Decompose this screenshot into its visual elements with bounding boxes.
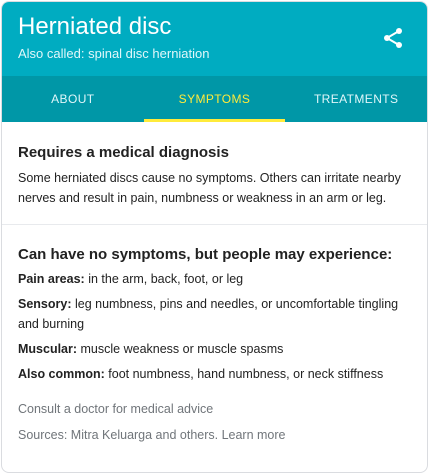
page-title: Herniated disc bbox=[18, 13, 172, 40]
symptoms-section: Can have no symptoms, but people may exp… bbox=[2, 225, 427, 384]
symptom-label: Sensory: bbox=[18, 297, 72, 311]
symptoms-heading: Can have no symptoms, but people may exp… bbox=[18, 246, 393, 263]
card-footer: Consult a doctor for medical advice Sour… bbox=[2, 389, 427, 445]
symptom-text: foot numbness, hand numbness, or neck st… bbox=[104, 367, 384, 381]
symptom-item-also-common: Also common: foot numbness, hand numbnes… bbox=[18, 364, 411, 384]
sources-text: Sources: Mitra Keluarga and others. bbox=[18, 428, 222, 442]
symptom-label: Also common: bbox=[18, 367, 105, 381]
diagnosis-text: Some herniated discs cause no symptoms. … bbox=[18, 171, 401, 205]
symptom-label: Muscular: bbox=[18, 342, 78, 356]
symptom-item-sensory: Sensory: leg numbness, pins and needles,… bbox=[18, 294, 411, 334]
symptom-item-pain: Pain areas: in the arm, back, foot, or l… bbox=[18, 269, 411, 289]
card-header: Herniated disc Also called: spinal disc … bbox=[2, 2, 427, 76]
symptoms-card: Herniated disc Also called: spinal disc … bbox=[1, 1, 428, 473]
learn-more-link[interactable]: Learn more bbox=[222, 428, 286, 442]
symptom-text: muscle weakness or muscle spasms bbox=[77, 342, 284, 356]
share-icon[interactable] bbox=[381, 26, 405, 50]
sources-note: Sources: Mitra Keluarga and others. Lear… bbox=[18, 425, 411, 445]
tab-symptoms[interactable]: SYMPTOMS bbox=[143, 76, 286, 122]
subtitle: Also called: spinal disc herniation bbox=[18, 46, 210, 61]
diagnosis-heading: Requires a medical diagnosis bbox=[18, 144, 229, 161]
tab-bar: ABOUT SYMPTOMS TREATMENTS bbox=[2, 76, 427, 122]
tab-about[interactable]: ABOUT bbox=[2, 76, 144, 122]
symptom-label: Pain areas: bbox=[18, 272, 85, 286]
symptom-text: in the arm, back, foot, or leg bbox=[84, 272, 244, 286]
consult-note: Consult a doctor for medical advice bbox=[18, 402, 214, 416]
symptom-text: leg numbness, pins and needles, or uncom… bbox=[18, 297, 399, 331]
symptom-item-muscular: Muscular: muscle weakness or muscle spas… bbox=[18, 339, 411, 359]
tab-treatments[interactable]: TREATMENTS bbox=[285, 76, 427, 122]
diagnosis-section: Requires a medical diagnosis Some hernia… bbox=[2, 122, 427, 225]
